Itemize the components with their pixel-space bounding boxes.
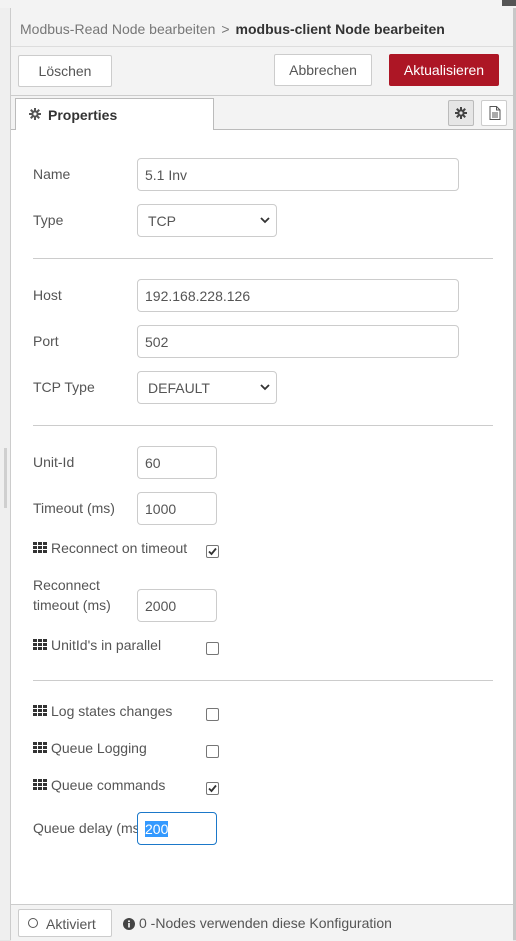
settings-tab-button[interactable] <box>448 100 474 126</box>
breadcrumb-separator: > <box>221 21 230 37</box>
type-select[interactable]: TCP <box>137 204 277 237</box>
queue-logging-label: Queue Logging <box>51 740 147 756</box>
reconnect-timeout-label-line2: timeout (ms) <box>33 597 111 613</box>
reconnect-on-timeout-label: Reconnect on timeout <box>51 540 188 556</box>
resize-grip[interactable] <box>4 448 7 508</box>
section-divider <box>33 425 493 426</box>
chevron-down-icon <box>260 217 270 224</box>
top-strip <box>0 0 516 8</box>
section-divider <box>33 258 493 259</box>
document-icon <box>489 106 501 120</box>
tcp-type-select-value: DEFAULT <box>148 380 210 396</box>
usage-info-text: 0 -Nodes verwenden diese Konfiguration <box>139 915 392 931</box>
grid-icon <box>33 542 47 553</box>
breadcrumb-parent[interactable]: Modbus-Read Node bearbeiten <box>20 21 215 37</box>
tab-properties[interactable]: Properties <box>15 98 214 130</box>
tcp-type-select[interactable]: DEFAULT <box>137 371 277 404</box>
usage-info: 0 -Nodes verwenden diese Konfiguration <box>123 915 392 931</box>
section-divider <box>33 680 493 681</box>
host-label: Host <box>33 287 62 303</box>
dialog-footer: Aktiviert 0 -Nodes verwenden diese Konfi… <box>11 904 513 941</box>
queue-commands-label: Queue commands <box>51 777 166 793</box>
log-states-label: Log states changes <box>51 703 173 719</box>
reconnect-timeout-label-line1: Reconnect <box>33 577 100 593</box>
workspace-edge <box>0 8 10 940</box>
timeout-label: Timeout (ms) <box>33 500 115 516</box>
reconnect-on-timeout-checkbox[interactable] <box>206 545 219 558</box>
unit-id-label: Unit-Id <box>33 454 75 470</box>
grid-icon <box>33 639 47 650</box>
cancel-button[interactable]: Abbrechen <box>274 54 372 86</box>
top-strip-corner <box>502 0 516 6</box>
unitids-parallel-label: UnitId's in parallel <box>51 637 162 653</box>
delete-button[interactable]: Löschen <box>18 55 112 87</box>
queue-delay-input[interactable] <box>137 812 217 845</box>
checkmark-icon <box>208 547 217 556</box>
port-label: Port <box>33 333 59 349</box>
edit-dialog: Modbus-Read Node bearbeiten > modbus-clien… <box>10 8 513 941</box>
queue-logging-checkbox[interactable] <box>206 745 219 758</box>
unit-id-input[interactable] <box>137 446 217 479</box>
reconnect-timeout-input[interactable] <box>137 589 217 622</box>
checkmark-icon <box>208 784 217 793</box>
queue-delay-label: Queue delay (ms) <box>33 820 145 836</box>
enabled-toggle-button[interactable]: Aktiviert <box>18 909 112 937</box>
gear-icon <box>455 107 467 119</box>
grid-icon <box>33 705 47 716</box>
gear-icon <box>29 108 41 120</box>
description-tab-button[interactable] <box>481 100 507 126</box>
tab-properties-label: Properties <box>48 107 118 123</box>
dialog-header: Modbus-Read Node bearbeiten > modbus-clien… <box>11 8 513 47</box>
info-icon <box>123 918 135 930</box>
tcp-type-label: TCP Type <box>33 379 95 395</box>
update-button[interactable]: Aktualisieren <box>389 54 499 86</box>
breadcrumb: Modbus-Read Node bearbeiten > modbus-clien… <box>20 21 445 37</box>
type-select-value: TCP <box>148 213 176 229</box>
circle-icon <box>28 918 38 928</box>
chevron-down-icon <box>260 384 270 391</box>
unitids-parallel-checkbox[interactable] <box>206 642 219 655</box>
breadcrumb-current: modbus-client Node bearbeiten <box>235 21 445 37</box>
name-input[interactable] <box>137 158 459 191</box>
properties-form: Name Type TCP Host Port TCP Type DEFAULT… <box>11 130 513 903</box>
grid-icon <box>33 742 47 753</box>
tab-bar: Properties <box>11 96 513 130</box>
type-label: Type <box>33 212 64 228</box>
dialog-toolbar: Löschen Abbrechen Aktualisieren <box>11 47 513 96</box>
name-label: Name <box>33 166 71 182</box>
timeout-input[interactable] <box>137 492 217 525</box>
port-input[interactable] <box>137 325 459 358</box>
host-input[interactable] <box>137 279 459 312</box>
enabled-toggle-label: Aktiviert <box>46 916 96 932</box>
queue-commands-checkbox[interactable] <box>206 782 219 795</box>
grid-icon <box>33 779 47 790</box>
log-states-checkbox[interactable] <box>206 708 219 721</box>
